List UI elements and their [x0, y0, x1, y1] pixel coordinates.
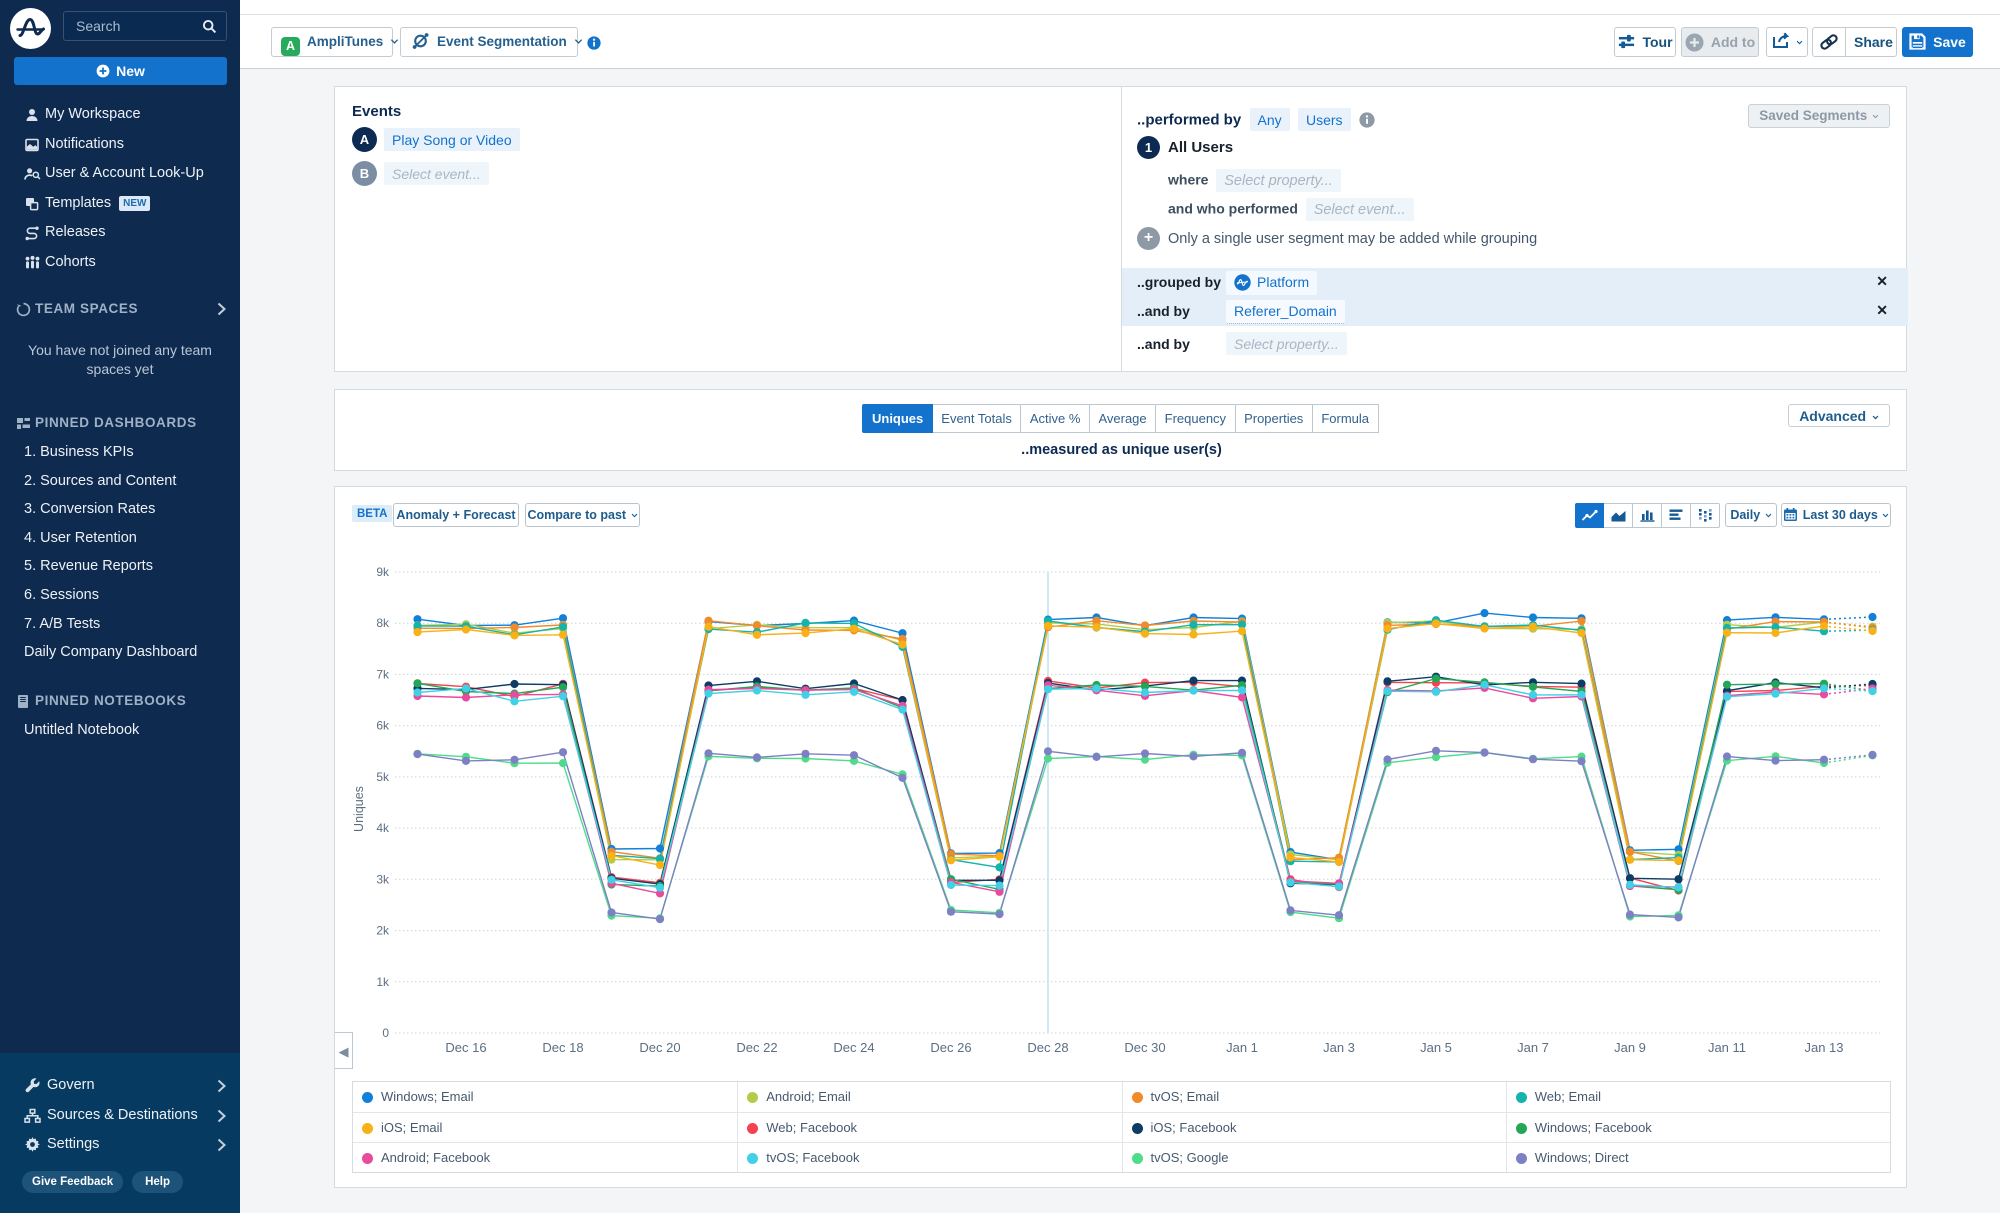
svg-text:Dec 30: Dec 30	[1124, 1040, 1165, 1055]
svg-text:4k: 4k	[376, 821, 390, 835]
svg-text:9k: 9k	[376, 565, 390, 579]
svg-text:1k: 1k	[376, 975, 390, 989]
svg-text:Uniques: Uniques	[352, 786, 366, 832]
svg-text:2k: 2k	[376, 924, 390, 938]
svg-text:Dec 20: Dec 20	[639, 1040, 680, 1055]
svg-text:0: 0	[382, 1026, 389, 1040]
svg-text:Dec 16: Dec 16	[445, 1040, 486, 1055]
svg-text:Jan 1: Jan 1	[1226, 1040, 1258, 1055]
svg-text:3k: 3k	[376, 872, 390, 886]
svg-text:7k: 7k	[376, 667, 390, 681]
svg-text:Dec 24: Dec 24	[833, 1040, 874, 1055]
svg-text:Jan 11: Jan 11	[1708, 1040, 1746, 1055]
svg-text:8k: 8k	[376, 616, 390, 630]
svg-text:Dec 28: Dec 28	[1027, 1040, 1068, 1055]
svg-text:Dec 26: Dec 26	[930, 1040, 971, 1055]
svg-text:6k: 6k	[376, 719, 390, 733]
svg-text:Jan 9: Jan 9	[1614, 1040, 1646, 1055]
svg-text:Jan 7: Jan 7	[1517, 1040, 1549, 1055]
svg-text:Jan 13: Jan 13	[1804, 1040, 1843, 1055]
svg-text:5k: 5k	[376, 770, 390, 784]
svg-text:Jan 3: Jan 3	[1323, 1040, 1355, 1055]
svg-text:Dec 18: Dec 18	[542, 1040, 583, 1055]
svg-text:Dec 22: Dec 22	[736, 1040, 777, 1055]
svg-text:Jan 5: Jan 5	[1420, 1040, 1452, 1055]
